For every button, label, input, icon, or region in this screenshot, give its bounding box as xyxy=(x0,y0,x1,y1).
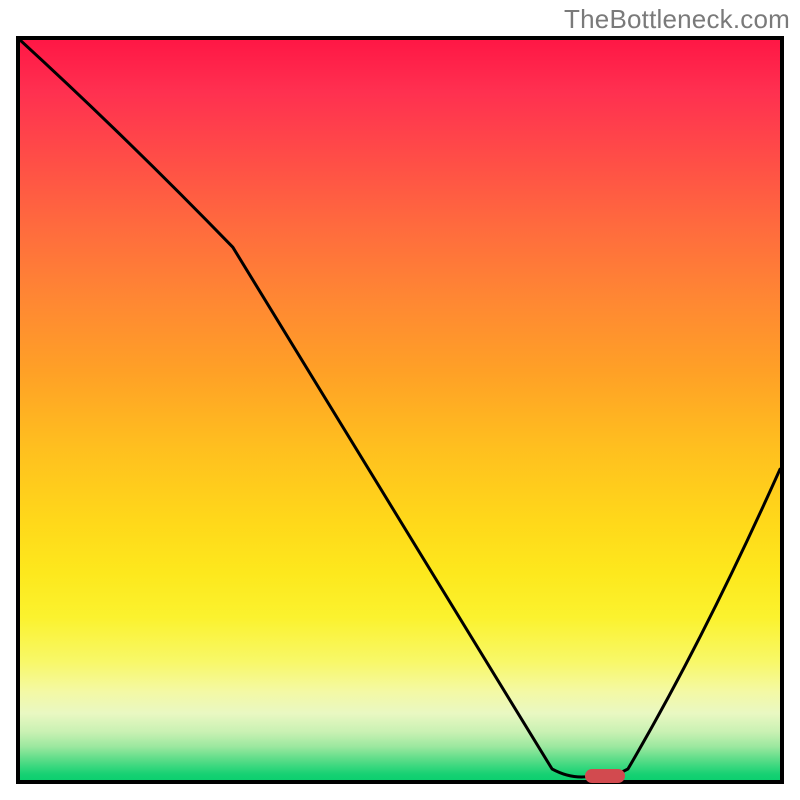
optimal-marker xyxy=(585,769,625,783)
bottleneck-curve xyxy=(20,40,780,780)
watermark-label: TheBottleneck.com xyxy=(564,4,790,35)
chart-container: TheBottleneck.com xyxy=(0,0,800,800)
plot-area xyxy=(16,36,784,784)
